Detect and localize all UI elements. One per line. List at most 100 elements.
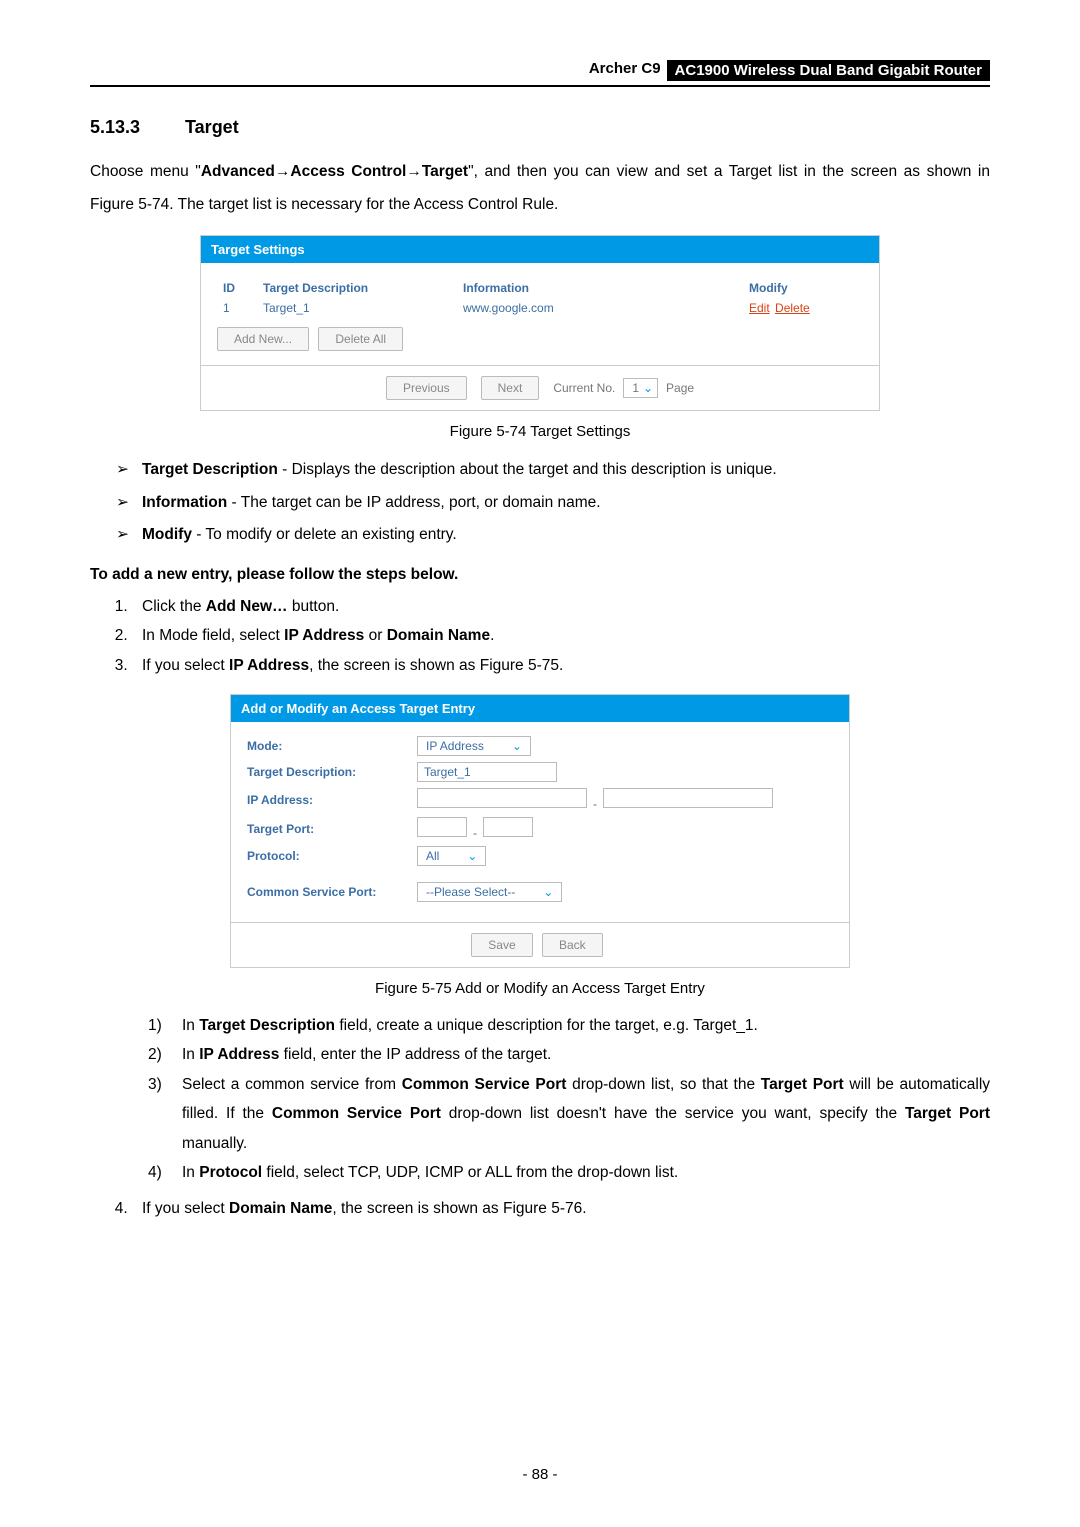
nav-target: Target [422, 163, 468, 180]
label: Common Service Port [272, 1105, 441, 1122]
ip-to-input[interactable] [603, 788, 773, 808]
intro-paragraph: Choose menu "Advanced→Access Control→Tar… [90, 156, 990, 221]
substep-3: 3)Select a common service from Common Se… [148, 1070, 990, 1158]
page-number: - 88 - [0, 1466, 1080, 1483]
substep-2: 2)In IP Address field, enter the IP addr… [148, 1040, 990, 1069]
mode-select[interactable]: IP Address⌄ [417, 736, 531, 756]
label: Common Service Port [402, 1076, 567, 1093]
mode-row: Mode: IP Address⌄ [247, 736, 833, 756]
label: Target Description [142, 461, 278, 478]
text: Select a common service from [182, 1076, 402, 1093]
edit-link[interactable]: Edit [749, 301, 770, 315]
label: Target Port [761, 1076, 844, 1093]
text: In [182, 1017, 199, 1034]
add-modify-panel: Add or Modify an Access Target Entry Mod… [230, 694, 850, 968]
ip-address-ref: IP Address [229, 657, 309, 674]
col-modify: Modify [743, 277, 863, 299]
nav-access-control: Access Control [290, 163, 406, 180]
substep-1: 1) In Target Description field, create a … [148, 1011, 990, 1040]
steps-list: Click the Add New… button. In Mode field… [132, 592, 990, 680]
chevron-down-icon: ⌄ [467, 849, 477, 863]
delete-all-button[interactable]: Delete All [318, 327, 403, 351]
table-header-row: ID Target Description Information Modify [217, 277, 863, 299]
ip-label: IP Address: [247, 793, 417, 807]
page-select[interactable]: 1 [623, 378, 658, 398]
text: manually. [182, 1135, 247, 1152]
cell-info: www.google.com [457, 299, 743, 317]
step-3: If you select IP Address, the screen is … [132, 651, 990, 680]
text: drop-down list doesn't have the service … [441, 1105, 905, 1122]
text: field, create a unique description for t… [335, 1017, 758, 1034]
model-label: Archer C9 [589, 60, 667, 81]
text: If you select [142, 1200, 229, 1217]
delete-link[interactable]: Delete [775, 301, 810, 315]
mode-value: IP Address [426, 739, 484, 753]
label: IP Address [199, 1046, 279, 1063]
num: 1) [148, 1011, 162, 1040]
back-button[interactable]: Back [542, 933, 603, 957]
domain-name-ref: Domain Name [387, 627, 490, 644]
chevron-down-icon: ⌄ [543, 885, 553, 899]
common-service-port-select[interactable]: --Please Select-- ⌄ [417, 882, 562, 902]
text: - Displays the description about the tar… [278, 461, 777, 478]
figure-caption-2: Figure 5-75 Add or Modify an Access Targ… [90, 980, 990, 997]
add-new-button[interactable]: Add New... [217, 327, 309, 351]
save-button[interactable]: Save [471, 933, 532, 957]
mode-label: Mode: [247, 739, 417, 753]
port-from-input[interactable] [417, 817, 467, 837]
target-settings-panel: Target Settings ID Target Description In… [200, 235, 880, 411]
list-item: Information - The target can be IP addre… [116, 487, 990, 520]
feature-list: Target Description - Displays the descri… [116, 454, 990, 552]
port-to-input[interactable] [483, 817, 533, 837]
text: Click the [142, 598, 206, 615]
pager: Previous Next Current No. 1 Page [386, 376, 694, 400]
section-heading: 5.13.3 Target [90, 117, 990, 138]
page-label: Page [666, 381, 694, 395]
proto-row: Protocol: All⌄ [247, 846, 833, 866]
col-desc: Target Description [257, 277, 457, 299]
section-number: 5.13.3 [90, 117, 180, 138]
section-title: Target [185, 117, 239, 137]
label: Modify [142, 526, 192, 543]
text: In [182, 1046, 199, 1063]
text: button. [288, 598, 340, 615]
text: - The target can be IP address, port, or… [227, 494, 600, 511]
substeps-list: 1) In Target Description field, create a … [148, 1011, 990, 1188]
protocol-select[interactable]: All ⌄ [417, 846, 486, 866]
desc-label: Target Description: [247, 765, 417, 779]
text: . [490, 627, 494, 644]
ip-from-input[interactable] [417, 788, 587, 808]
target-table: ID Target Description Information Modify… [217, 277, 863, 317]
previous-button[interactable]: Previous [386, 376, 467, 400]
csp-value: --Please Select-- [426, 885, 515, 899]
label: Target Description [199, 1017, 335, 1034]
port-row: Target Port: - [247, 817, 833, 840]
panel-title: Add or Modify an Access Target Entry [231, 695, 849, 722]
target-description-input[interactable] [417, 762, 557, 782]
table-row: 1 Target_1 www.google.com Edit Delete [217, 299, 863, 317]
domain-name-ref: Domain Name [229, 1200, 332, 1217]
cell-id: 1 [217, 299, 257, 317]
text: Choose menu " [90, 163, 201, 180]
text: , the screen is shown as Figure 5-76. [332, 1200, 586, 1217]
ip-address-ref: IP Address [284, 627, 364, 644]
proto-value: All [426, 849, 439, 863]
current-no-label: Current No. [553, 381, 615, 395]
text: In [182, 1164, 199, 1181]
figure-caption-1: Figure 5-74 Target Settings [90, 423, 990, 440]
text: - To modify or delete an existing entry. [192, 526, 457, 543]
product-title: AC1900 Wireless Dual Band Gigabit Router [667, 60, 990, 81]
col-info: Information [457, 277, 743, 299]
text: field, select TCP, UDP, ICMP or ALL from… [262, 1164, 678, 1181]
num: 4) [148, 1158, 162, 1187]
desc-row: Target Description: [247, 762, 833, 782]
text: or [364, 627, 386, 644]
step-1: Click the Add New… button. [132, 592, 990, 621]
ip-row: IP Address: - [247, 788, 833, 811]
list-item: Modify - To modify or delete an existing… [116, 519, 990, 552]
step-2: In Mode field, select IP Address or Doma… [132, 621, 990, 650]
text: , the screen is shown as Figure 5-75. [309, 657, 563, 674]
next-button[interactable]: Next [481, 376, 540, 400]
text: field, enter the IP address of the targe… [279, 1046, 551, 1063]
panel-title: Target Settings [201, 236, 879, 263]
